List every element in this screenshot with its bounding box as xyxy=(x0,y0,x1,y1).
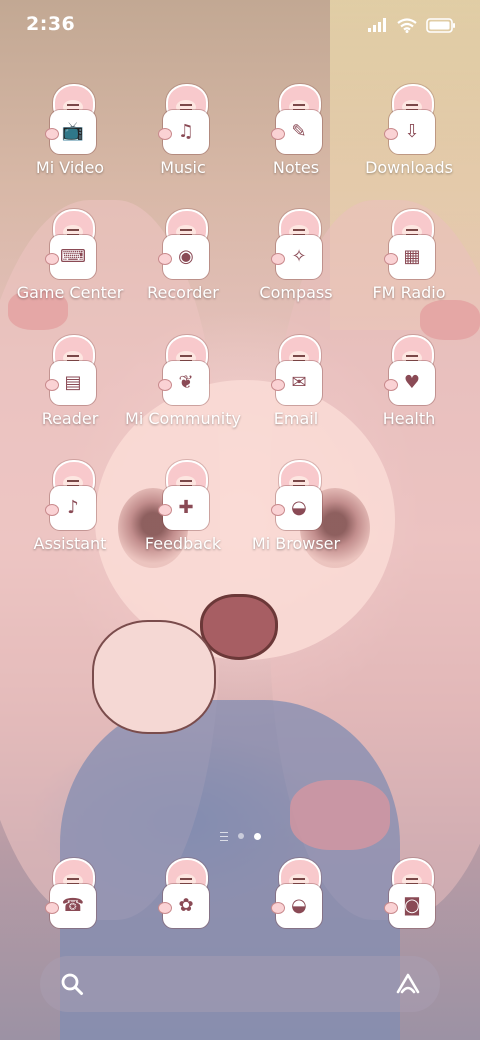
gamepad-icon-glyph: ⌨ xyxy=(60,246,86,267)
wallpaper-mouth xyxy=(200,594,278,660)
search-icon[interactable] xyxy=(60,972,84,996)
search-bar[interactable] xyxy=(40,956,440,1012)
chibi-paw xyxy=(384,253,398,265)
chibi-paw xyxy=(45,253,59,265)
feedback-icon-glyph: ✚ xyxy=(178,497,194,518)
page-indicator-minus-one[interactable] xyxy=(219,831,228,841)
app-assistant[interactable]: ♪ Assistant xyxy=(10,458,130,576)
mail-icon: ✉ xyxy=(271,333,322,407)
app-health[interactable]: ♥ Health xyxy=(349,333,469,451)
recorder-icon: ◉ xyxy=(158,207,209,281)
app-compass[interactable]: ✧ Compass xyxy=(236,207,356,325)
browser-icon-glyph: ◒ xyxy=(291,895,307,916)
tv-icon: 📺 xyxy=(45,82,96,156)
chibi-paw xyxy=(271,128,285,140)
radio-icon: ▦ xyxy=(384,207,435,281)
chibi-paw xyxy=(384,379,398,391)
microphone-icon: ♪ xyxy=(45,458,96,532)
app-music[interactable]: ♫ Music xyxy=(123,82,243,200)
browser-icon: ◒ xyxy=(271,458,322,532)
home-screen: 2:36 📺 Mi Video ♫ Music ✎ Notes ⇩ Downloads ⌨ Ga xyxy=(0,0,480,1040)
feedback-icon: ✚ xyxy=(158,458,209,532)
app-label: Health xyxy=(382,409,436,428)
chibi-paw xyxy=(158,253,172,265)
dock-phone[interactable]: ☎ xyxy=(10,856,130,936)
browser-icon: ◒ xyxy=(271,856,322,930)
app-fm-radio[interactable]: ▦ FM Radio xyxy=(349,207,469,325)
app-recorder[interactable]: ◉ Recorder xyxy=(123,207,243,325)
phone-icon: ☎ xyxy=(45,856,96,930)
app-label: Downloads xyxy=(365,158,453,177)
app-mi-video[interactable]: 📺 Mi Video xyxy=(10,82,130,200)
app-mi-community[interactable]: ❦ Mi Community xyxy=(123,333,243,451)
app-notes[interactable]: ✎ Notes xyxy=(236,82,356,200)
mail-icon-glyph: ✉ xyxy=(291,372,307,393)
app-email[interactable]: ✉ Email xyxy=(236,333,356,451)
gamepad-icon: ⌨ xyxy=(45,207,96,281)
music-icon: ♫ xyxy=(158,82,209,156)
chibi-paw xyxy=(158,379,172,391)
chibi-paw xyxy=(384,128,398,140)
chibi-paw xyxy=(45,379,59,391)
compass-icon-glyph: ✧ xyxy=(291,246,307,267)
dock-browser[interactable]: ◒ xyxy=(236,856,356,936)
app-mi-browser[interactable]: ◒ Mi Browser xyxy=(236,458,356,576)
radio-icon-glyph: ▦ xyxy=(403,246,421,267)
book-icon: ▤ xyxy=(45,333,96,407)
app-game-center[interactable]: ⌨ Game Center xyxy=(10,207,130,325)
wallpaper-chest-bow xyxy=(290,780,390,850)
dock-messages[interactable]: ✿ xyxy=(123,856,243,936)
notes-icon-glyph: ✎ xyxy=(291,121,307,142)
camera-icon: ◙ xyxy=(384,856,435,930)
app-feedback[interactable]: ✚ Feedback xyxy=(123,458,243,576)
assistant-icon[interactable] xyxy=(394,970,422,998)
battery-icon xyxy=(426,17,455,33)
status-icons xyxy=(368,15,456,35)
page-indicator xyxy=(200,830,280,842)
chibi-paw xyxy=(158,902,172,914)
browser-icon-glyph: ◒ xyxy=(291,497,307,518)
app-reader[interactable]: ▤ Reader xyxy=(10,333,130,451)
chibi-paw xyxy=(45,128,59,140)
messages-icon: ✿ xyxy=(158,856,209,930)
signal-icon xyxy=(368,18,386,32)
chibi-paw xyxy=(45,902,59,914)
app-label: Mi Browser xyxy=(251,534,341,553)
download-icon: ⇩ xyxy=(384,82,435,156)
wallpaper-hand xyxy=(92,620,216,734)
messages-icon-glyph: ✿ xyxy=(178,895,194,916)
chibi-paw xyxy=(384,902,398,914)
recorder-icon-glyph: ◉ xyxy=(178,246,194,267)
music-icon-glyph: ♫ xyxy=(177,121,195,142)
chibi-paw xyxy=(271,504,285,516)
heart-icon-glyph: ♥ xyxy=(403,372,421,393)
app-downloads[interactable]: ⇩ Downloads xyxy=(349,82,469,200)
status-time: 2:36 xyxy=(26,13,76,35)
heart-icon: ♥ xyxy=(384,333,435,407)
chibi-paw xyxy=(158,128,172,140)
compass-icon: ✧ xyxy=(271,207,322,281)
cherry-icon: ❦ xyxy=(158,333,209,407)
phone-icon-glyph: ☎ xyxy=(61,895,85,916)
microphone-icon-glyph: ♪ xyxy=(67,497,79,518)
notes-icon: ✎ xyxy=(271,82,322,156)
wifi-icon xyxy=(397,17,417,33)
chibi-paw xyxy=(271,379,285,391)
status-bar: 2:36 xyxy=(0,0,480,48)
download-icon-glyph: ⇩ xyxy=(404,121,420,142)
page-dot-1[interactable] xyxy=(237,833,244,839)
dock-camera[interactable]: ◙ xyxy=(349,856,469,936)
chibi-paw xyxy=(271,253,285,265)
app-label: FM Radio xyxy=(372,283,446,302)
chibi-paw xyxy=(158,504,172,516)
tv-icon-glyph: 📺 xyxy=(61,121,85,142)
chibi-paw xyxy=(271,902,285,914)
camera-icon-glyph: ◙ xyxy=(403,895,421,916)
cherry-icon-glyph: ❦ xyxy=(178,372,194,393)
book-icon-glyph: ▤ xyxy=(64,372,82,393)
chibi-paw xyxy=(45,504,59,516)
page-dot-2[interactable] xyxy=(253,832,261,840)
